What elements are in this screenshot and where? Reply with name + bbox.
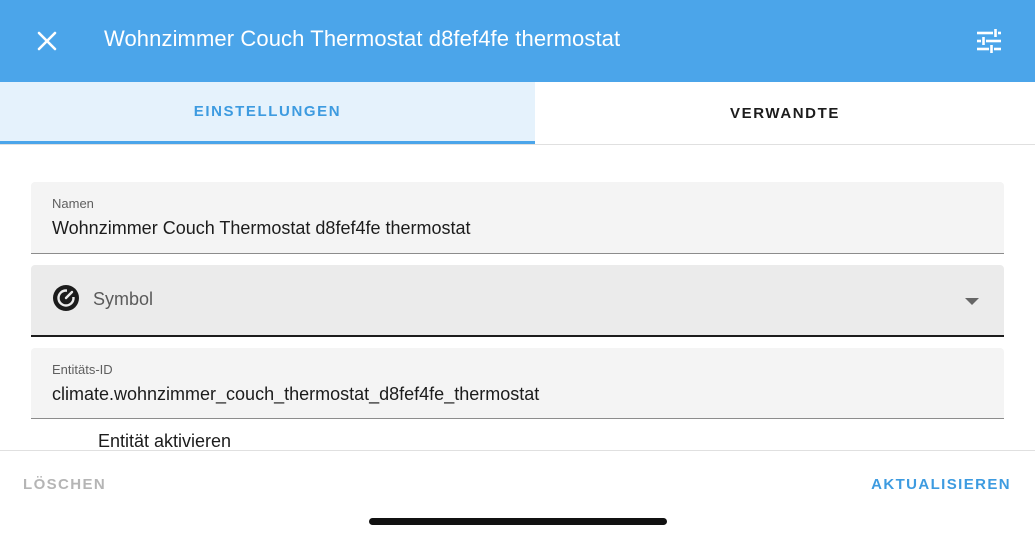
- tune-icon: [977, 29, 1001, 53]
- name-field-value[interactable]: Wohnzimmer Couch Thermostat d8fef4fe the…: [52, 218, 471, 239]
- delete-button[interactable]: LÖSCHEN: [23, 476, 106, 493]
- thermostat-dial-icon: [53, 285, 79, 311]
- name-field-label: Namen: [52, 196, 94, 211]
- dropdown-arrow-icon[interactable]: [965, 298, 979, 305]
- advanced-settings-button[interactable]: [972, 24, 1006, 58]
- entity-id-label: Entitäts-ID: [52, 362, 113, 377]
- dialog-header: Wohnzimmer Couch Thermostat d8fef4fe the…: [0, 0, 1035, 82]
- home-indicator: [369, 518, 667, 525]
- enable-entity-label: Entität aktivieren: [98, 431, 232, 451]
- tab-related[interactable]: VERWANDTE: [535, 82, 1035, 144]
- tab-bar: EINSTELLUNGEN VERWANDTE: [0, 82, 1035, 145]
- symbol-picker[interactable]: Symbol: [31, 265, 1004, 337]
- symbol-placeholder: Symbol: [93, 289, 154, 309]
- entity-id-value[interactable]: climate.wohnzimmer_couch_thermostat_d8fe…: [52, 384, 539, 405]
- update-button[interactable]: AKTUALISIEREN: [871, 476, 1011, 493]
- close-button[interactable]: [30, 24, 64, 58]
- tab-settings[interactable]: EINSTELLUNGEN: [0, 82, 535, 144]
- close-icon: [37, 31, 57, 51]
- dialog-footer: LÖSCHEN AKTUALISIEREN: [0, 450, 1035, 536]
- entity-id-field[interactable]: Entitäts-ID climate.wohnzimmer_couch_the…: [31, 348, 1004, 419]
- name-field[interactable]: Namen Wohnzimmer Couch Thermostat d8fef4…: [31, 182, 1004, 254]
- dialog-title: Wohnzimmer Couch Thermostat d8fef4fe the…: [104, 26, 621, 51]
